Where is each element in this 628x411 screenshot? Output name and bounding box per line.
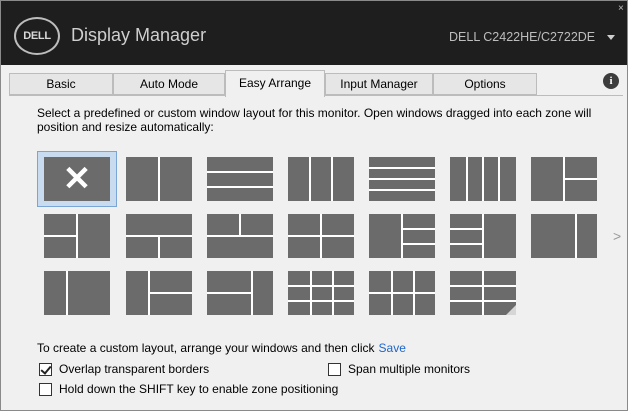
layout-15[interactable] [44, 271, 110, 315]
shift-key-checkbox[interactable] [39, 383, 52, 396]
custom-layout-text: To create a custom layout, arrange your … [37, 341, 375, 355]
close-icon[interactable]: × [618, 4, 624, 14]
layout-16[interactable] [126, 271, 192, 315]
layout-description: Select a predefined or custom window lay… [37, 106, 592, 134]
info-icon[interactable]: i [603, 73, 619, 89]
overlap-borders-checkbox[interactable] [39, 363, 52, 376]
layout-19[interactable] [369, 271, 435, 315]
overlap-borders-label: Overlap transparent borders [59, 362, 210, 376]
layout-7[interactable] [531, 157, 597, 201]
span-monitors-label: Span multiple monitors [348, 362, 471, 376]
layout-5[interactable] [369, 157, 435, 201]
close-icon: ✕ [62, 160, 92, 198]
dell-logo: DELL [14, 17, 60, 55]
next-page-arrow[interactable]: > [613, 228, 621, 244]
layout-8[interactable] [44, 214, 110, 258]
tab-options[interactable]: Options [433, 73, 537, 95]
layout-11[interactable] [288, 214, 354, 258]
display-manager-window: DELL Display Manager DELL C2422HE/C2722D… [0, 0, 628, 411]
layout-4[interactable] [288, 157, 354, 201]
layout-1-full-screen[interactable]: ✕ [44, 157, 110, 201]
layout-9[interactable] [126, 214, 192, 258]
layout-3[interactable] [207, 157, 273, 201]
tab-bar: Basic Auto Mode Easy Arrange Input Manag… [1, 65, 627, 97]
layout-6[interactable] [450, 157, 516, 201]
layout-20[interactable] [450, 271, 516, 315]
monitor-selector[interactable]: DELL C2422HE/C2722DE [449, 30, 595, 44]
layout-17[interactable] [207, 271, 273, 315]
tab-basic[interactable]: Basic [9, 73, 113, 95]
span-monitors-checkbox[interactable] [328, 363, 341, 376]
title-bar: DELL Display Manager DELL C2422HE/C2722D… [1, 1, 627, 65]
tab-auto-mode[interactable]: Auto Mode [113, 73, 225, 95]
save-link[interactable]: Save [379, 341, 406, 355]
layout-2[interactable] [126, 157, 192, 201]
shift-key-label: Hold down the SHIFT key to enable zone p… [59, 382, 339, 396]
layout-12[interactable] [369, 214, 435, 258]
app-title: Display Manager [71, 25, 207, 45]
layout-18[interactable] [288, 271, 354, 315]
custom-layout-instruction: To create a custom layout, arrange your … [37, 341, 406, 355]
tab-easy-arrange[interactable]: Easy Arrange [225, 70, 325, 97]
resize-corner-icon [506, 305, 516, 315]
chevron-down-icon[interactable] [607, 35, 615, 40]
layout-14[interactable] [531, 214, 597, 258]
tab-input-manager[interactable]: Input Manager [325, 73, 433, 95]
layout-13[interactable] [450, 214, 516, 258]
layout-10[interactable] [207, 214, 273, 258]
